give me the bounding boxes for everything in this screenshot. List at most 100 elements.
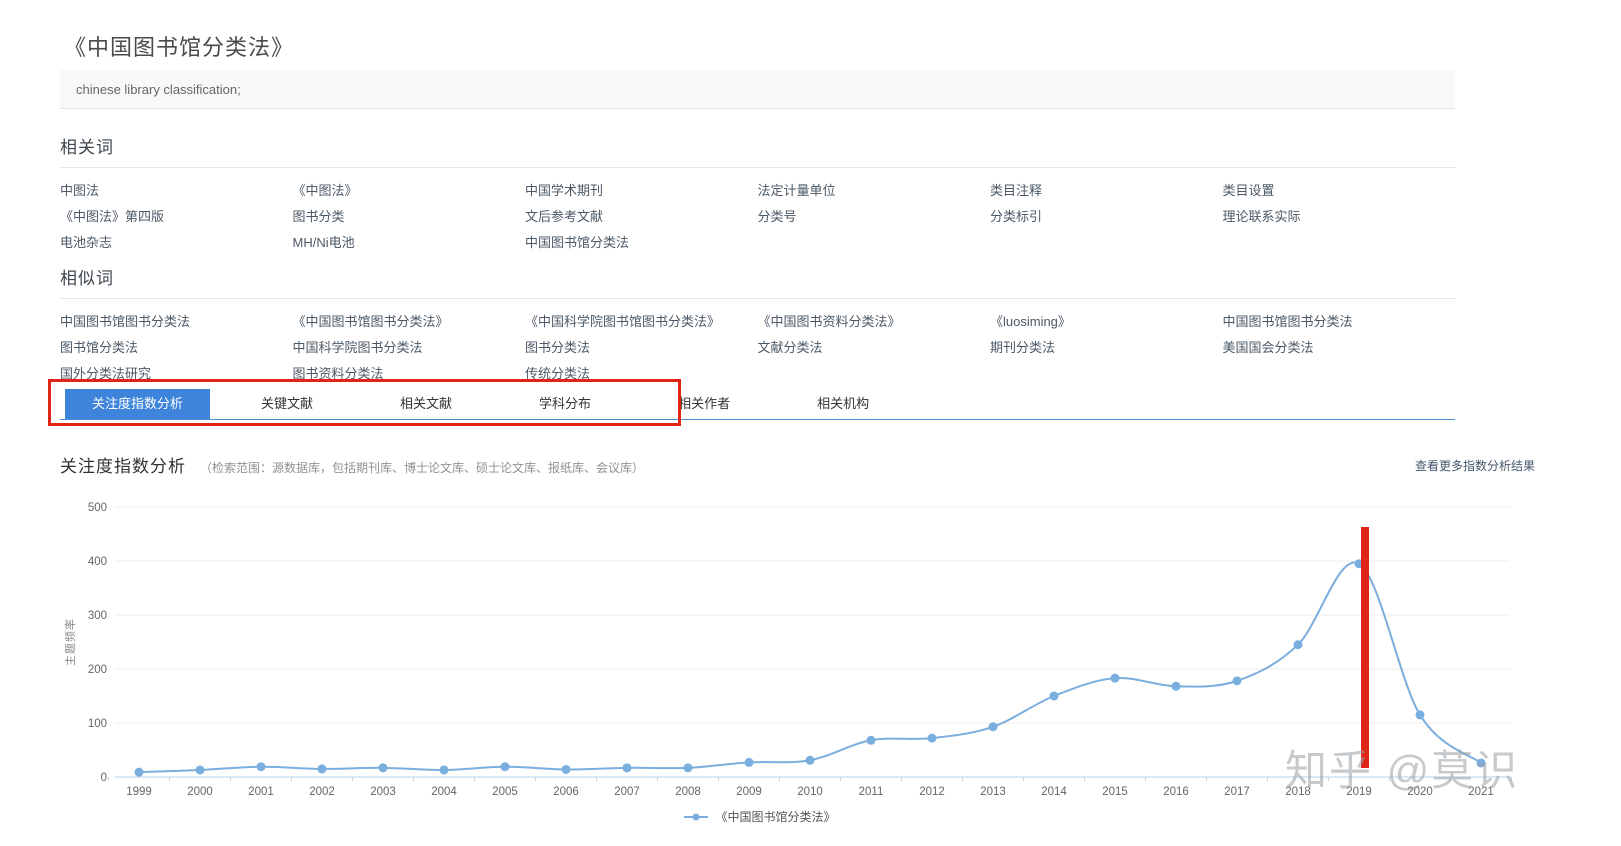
- data-point-2017: [1232, 676, 1242, 686]
- svg-text:2014: 2014: [1041, 786, 1067, 798]
- svg-text:2007: 2007: [614, 786, 640, 798]
- divider: [60, 167, 1455, 168]
- data-point-2006: [561, 764, 571, 774]
- related-word-link[interactable]: 文后参考文献: [525, 206, 758, 225]
- data-point-2004: [439, 765, 449, 775]
- search-query-box[interactable]: chinese library classification;: [60, 70, 1455, 109]
- svg-text:2002: 2002: [309, 786, 335, 798]
- tab-相关文献[interactable]: 相关文献: [373, 389, 479, 419]
- legend-line-marker: [684, 813, 709, 820]
- tab-学科分布[interactable]: 学科分布: [512, 389, 618, 419]
- svg-text:2016: 2016: [1163, 786, 1189, 798]
- similar-word-link[interactable]: 《中国图书馆图书分类法》: [293, 311, 526, 330]
- chart-svg: 0 100 200 300 400 500 主题频率 1999 2000 2001 2002 2003…: [63, 502, 1519, 798]
- more-results-link[interactable]: 查看更多指数分析结果: [1415, 457, 1535, 474]
- svg-text:300: 300: [88, 610, 107, 622]
- data-point-2008: [683, 763, 693, 773]
- data-point-2018: [1293, 640, 1303, 650]
- page: 《中国图书馆分类法》 chinese library classificatio…: [0, 0, 1621, 846]
- similar-word-link[interactable]: 文献分类法: [758, 337, 991, 356]
- related-word-link[interactable]: 法定计量单位: [758, 180, 991, 199]
- related-word-link[interactable]: 中图法: [60, 180, 293, 199]
- data-point-2001: [256, 762, 266, 772]
- data-point-2020: [1415, 710, 1425, 720]
- svg-text:2012: 2012: [919, 786, 945, 798]
- svg-text:2005: 2005: [492, 786, 518, 798]
- svg-text:2008: 2008: [675, 786, 701, 798]
- data-point-2009: [744, 757, 754, 767]
- tab-相关机构[interactable]: 相关机构: [790, 389, 896, 419]
- related-word-link[interactable]: 电池杂志: [60, 232, 293, 251]
- related-word-link[interactable]: 理论联系实际: [1223, 206, 1456, 225]
- similar-word-link[interactable]: 图书馆分类法: [60, 337, 293, 356]
- similar-word-link[interactable]: 《中国科学院图书馆图书分类法》: [525, 311, 758, 330]
- similar-word-link[interactable]: 中国图书馆图书分类法: [1223, 311, 1456, 330]
- svg-text:2001: 2001: [248, 786, 274, 798]
- data-point-2003: [378, 763, 388, 773]
- related-word-link[interactable]: 图书分类: [293, 206, 526, 225]
- related-word-link[interactable]: 分类标引: [990, 206, 1223, 225]
- svg-text:2009: 2009: [736, 786, 762, 798]
- data-point-2002: [317, 764, 327, 774]
- data-point-2014: [1049, 691, 1059, 701]
- svg-text:2011: 2011: [859, 786, 884, 798]
- svg-text:1999: 1999: [126, 786, 152, 798]
- similar-words-heading: 相似词: [60, 269, 114, 288]
- related-word-link[interactable]: 分类号: [758, 206, 991, 225]
- page-title: 《中国图书馆分类法》: [64, 35, 295, 60]
- similar-word-link[interactable]: 中国科学院图书分类法: [293, 337, 526, 356]
- svg-text:0: 0: [101, 772, 107, 784]
- y-axis-title: 主题频率: [63, 618, 77, 666]
- watermark-text: 知乎 @莫识: [1285, 747, 1519, 794]
- tabbar-underline: [60, 419, 1455, 420]
- related-words-heading: 相关词: [60, 138, 114, 157]
- similar-word-link[interactable]: 美国国会分类法: [1223, 337, 1456, 356]
- similar-word-link[interactable]: 《中国图书资料分类法》: [758, 311, 991, 330]
- data-point-2013: [988, 722, 998, 732]
- tab-关键文献[interactable]: 关键文献: [234, 389, 340, 419]
- search-query-text: chinese library classification;: [76, 82, 241, 97]
- data-point-2012: [927, 733, 937, 743]
- legend-series-label: 《中国图书馆分类法》: [715, 810, 836, 824]
- data-point-2015: [1110, 673, 1120, 683]
- svg-text:2006: 2006: [553, 786, 579, 798]
- similar-words-section: 相似词 中国图书馆图书分类法 《中国图书馆图书分类法》 《中国科学院图书馆图书分类法…: [60, 264, 1455, 385]
- related-word-link[interactable]: 中国图书馆分类法: [525, 232, 758, 251]
- svg-text:100: 100: [88, 718, 107, 730]
- data-point-2005: [500, 762, 510, 772]
- chart-legend[interactable]: 《中国图书馆分类法》: [60, 808, 1460, 825]
- data-point-2011: [866, 735, 876, 745]
- tab-关注度指数分析[interactable]: 关注度指数分析: [65, 389, 211, 419]
- related-word-link[interactable]: 中国学术期刊: [525, 180, 758, 199]
- svg-text:2017: 2017: [1224, 786, 1250, 798]
- related-word-link[interactable]: 类目设置: [1223, 180, 1456, 199]
- index-scope-note: （检索范围：源数据库，包括期刊库、博士论文库、硕士论文库、报纸库、会议库）: [200, 461, 645, 475]
- similar-word-link[interactable]: 中国图书馆图书分类法: [60, 311, 293, 330]
- svg-text:500: 500: [88, 502, 107, 514]
- similar-word-link[interactable]: 图书资料分类法: [293, 363, 526, 382]
- similar-word-link[interactable]: 传统分类法: [525, 363, 758, 382]
- similar-word-link[interactable]: 国外分类法研究: [60, 363, 293, 382]
- index-section-header: 关注度指数分析 （检索范围：源数据库，包括期刊库、博士论文库、硕士论文库、报纸库、…: [60, 452, 1540, 477]
- svg-text:200: 200: [88, 664, 107, 676]
- svg-text:2000: 2000: [187, 786, 213, 798]
- data-point-2000: [195, 765, 205, 775]
- related-word-link[interactable]: 《中图法》第四版: [60, 206, 293, 225]
- similar-word-link[interactable]: 《luosiming》: [990, 311, 1223, 330]
- related-word-link[interactable]: 《中图法》: [293, 180, 526, 199]
- tab-相关作者[interactable]: 相关作者: [651, 389, 757, 419]
- related-words-section: 相关词 中图法 《中图法》 中国学术期刊 法定计量单位 类目注释 类目设置《中图法》第四版…: [60, 133, 1455, 254]
- related-word-link[interactable]: 类目注释: [990, 180, 1223, 199]
- related-word-link[interactable]: MH/Ni电池: [293, 232, 526, 251]
- svg-text:2013: 2013: [980, 786, 1006, 798]
- svg-text:400: 400: [88, 556, 107, 568]
- related-words-list: 中图法 《中图法》 中国学术期刊 法定计量单位 类目注释 类目设置《中图法》第四版 图书分类…: [60, 176, 1455, 254]
- data-point-2016: [1171, 681, 1181, 691]
- tab-bar: 关注度指数分析 关键文献 相关文献 学科分布 相关作者 相关机构: [65, 389, 929, 419]
- similar-word-link[interactable]: 图书分类法: [525, 337, 758, 356]
- data-point-2007: [622, 763, 632, 773]
- index-section-title: 关注度指数分析: [60, 457, 186, 476]
- attention-index-chart: 0 100 200 300 400 500 主题频率 1999 2000 2001 2002 2003…: [60, 483, 1540, 818]
- svg-text:2015: 2015: [1102, 786, 1128, 798]
- similar-word-link[interactable]: 期刊分类法: [990, 337, 1223, 356]
